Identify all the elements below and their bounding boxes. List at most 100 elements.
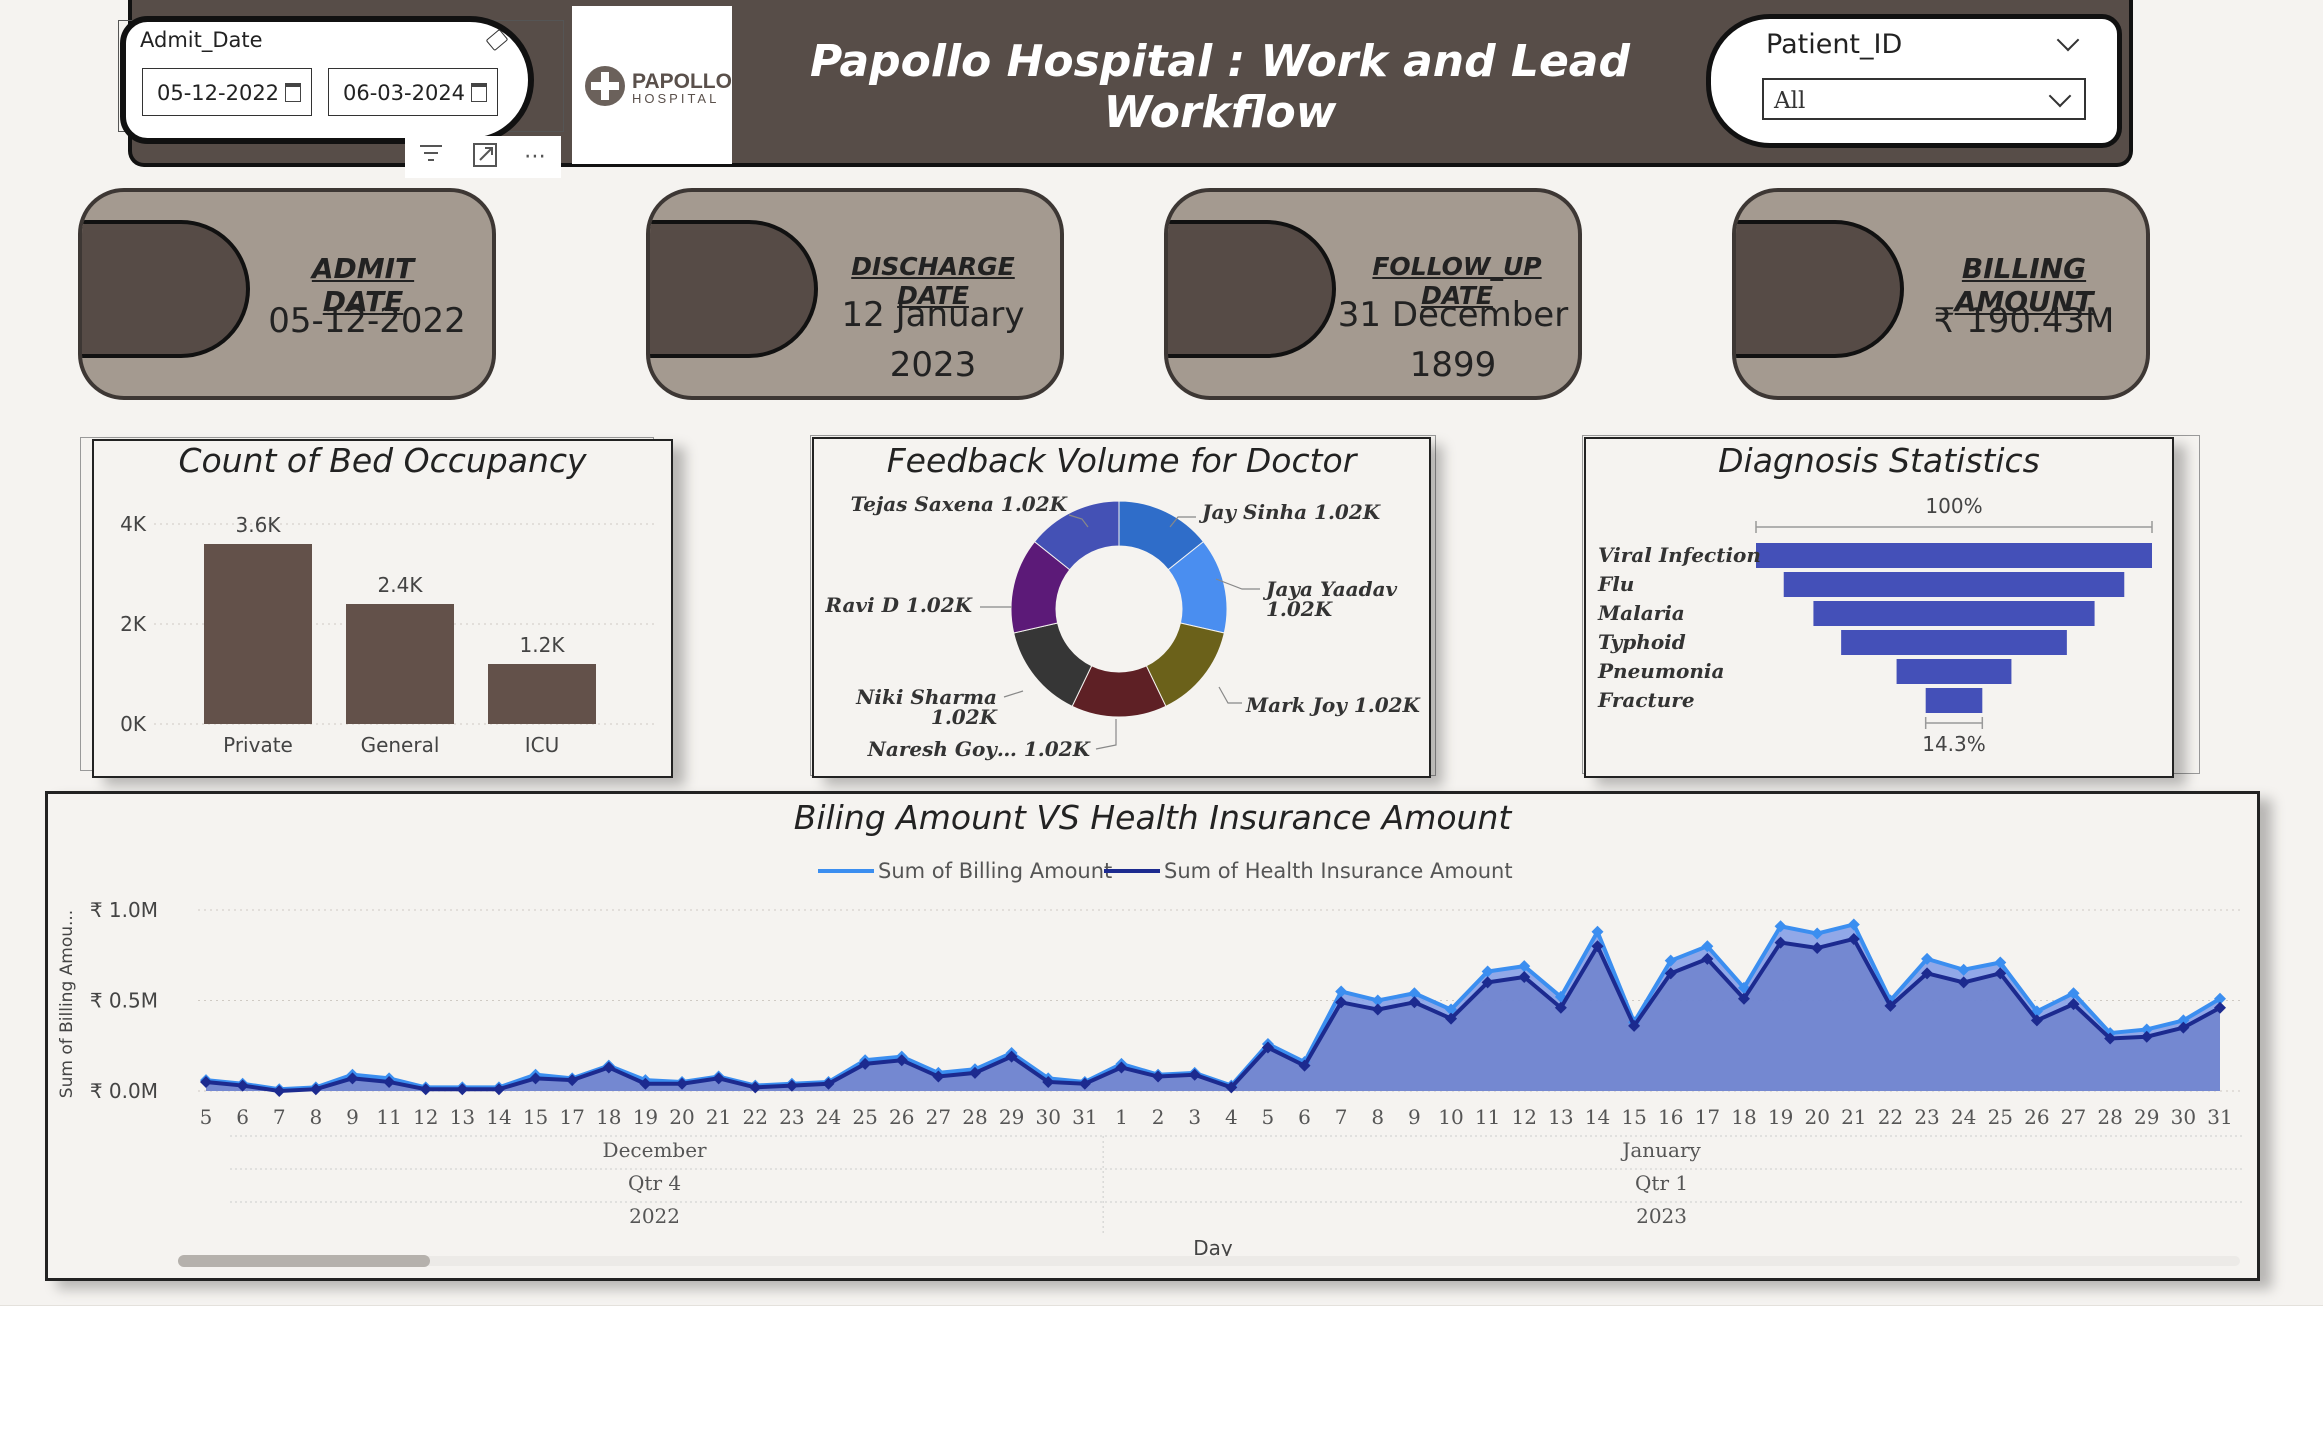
x-tick-label: 5 (1262, 1105, 1275, 1129)
x-tick-label: 27 (2061, 1105, 2086, 1129)
end-date-input[interactable]: 06-03-2024 (328, 68, 498, 116)
y-tick-label: ₹ 0.0M (90, 1079, 158, 1103)
leader-line (1218, 686, 1242, 704)
x-tick-label: 13 (450, 1105, 475, 1129)
x-tick-label: 2 (1152, 1105, 1165, 1129)
bed-occupancy-card[interactable]: Count of Bed Occupancy 0K 2K 4K 3.6K Private… (92, 439, 673, 778)
visual-toolbar: ⋯ (405, 136, 561, 178)
slice-label: Tejas Saxena 1.02K (851, 492, 1069, 516)
leader-line (1095, 719, 1117, 750)
start-date-value: 05-12-2022 (157, 81, 280, 105)
x-tick-label: 15 (1621, 1105, 1646, 1129)
feedback-card[interactable]: Feedback Volume for Doctor Jay Sinha 1.0… (812, 437, 1431, 778)
x-tick-label: 24 (816, 1105, 841, 1129)
x-tick-label: 20 (1804, 1105, 1829, 1129)
patient-id-dropdown[interactable]: All (1762, 78, 2086, 120)
x-tick-label: General (361, 733, 440, 757)
quarter-label: Qtr 1 (1635, 1171, 1688, 1195)
y-axis-title: Sum of Billing Amou... (57, 910, 77, 1098)
bed-occupancy-chart: 0K 2K 4K 3.6K Private 2.4K General 1.2K ICU (120, 512, 654, 757)
legend-label: Sum of Health Insurance Amount (1164, 859, 1513, 883)
category-label: Typhoid (1598, 630, 1686, 654)
x-tick-label: 22 (1878, 1105, 1903, 1129)
funnel-bar (1783, 572, 2125, 597)
x-tick-label: 19 (1768, 1105, 1793, 1129)
x-tick-label: 6 (236, 1105, 249, 1129)
x-tick-label: 19 (633, 1105, 658, 1129)
y-tick-label: 2K (120, 612, 147, 636)
x-tick-label: 31 (2207, 1105, 2232, 1129)
kpi-follow-up-date: FOLLOW_UP DATE 31 December 1899 (1164, 188, 1582, 400)
x-tick-label: 17 (1695, 1105, 1720, 1129)
month-label: January (1620, 1138, 1701, 1162)
x-tick-label: 7 (1335, 1105, 1348, 1129)
category-label: Fracture (1597, 688, 1695, 712)
x-tick-label: 27 (926, 1105, 951, 1129)
x-tick-label: 26 (889, 1105, 914, 1129)
kpi-decoration (1736, 220, 1904, 358)
x-tick-label: 22 (743, 1105, 768, 1129)
x-tick-label: 4 (1225, 1105, 1238, 1129)
y-tick-label: ₹ 1.0M (90, 898, 158, 922)
kpi-value: ₹ 190.43M (1933, 301, 2115, 341)
x-tick-label: 14 (1585, 1105, 1610, 1129)
x-tick-label: 6 (1298, 1105, 1311, 1129)
x-tick-label: Private (223, 733, 293, 757)
category-label: Viral Infection (1598, 543, 1761, 567)
x-tick-label: 21 (706, 1105, 731, 1129)
patient-id-label: Patient_ID (1766, 29, 1903, 60)
x-tick-label: 14 (486, 1105, 511, 1129)
kpi-value: 12 January (841, 295, 1025, 335)
x-tick-label: 21 (1841, 1105, 1866, 1129)
year-label: 2023 (1636, 1204, 1687, 1228)
filter-icon[interactable] (411, 142, 451, 172)
x-tick-label: 10 (1438, 1105, 1463, 1129)
funnel-bar (1841, 630, 2067, 655)
funnel-bar (1896, 659, 2012, 684)
end-date-value: 06-03-2024 (343, 81, 466, 105)
x-tick-label: 8 (1371, 1105, 1384, 1129)
scrollbar-thumb[interactable] (178, 1255, 430, 1267)
slice-label: 1.02K (1266, 597, 1334, 621)
x-tick-label: 12 (413, 1105, 438, 1129)
quarter-label: Qtr 4 (628, 1171, 681, 1195)
kpi-decoration (650, 220, 818, 358)
month-label: December (603, 1138, 708, 1162)
billing-vs-insurance-card[interactable]: Biling Amount VS Health Insurance Amount… (45, 791, 2260, 1281)
x-tick-label: 9 (1408, 1105, 1421, 1129)
x-tick-label: ICU (525, 733, 560, 757)
x-tick-label: 23 (779, 1105, 804, 1129)
x-tick-label: 30 (1035, 1105, 1060, 1129)
data-label: 2.4K (378, 573, 424, 597)
data-label: 14.3% (1922, 732, 1986, 756)
kpi-value: 31 December (1337, 295, 1569, 335)
x-tick-label: 12 (1512, 1105, 1537, 1129)
calendar-icon[interactable] (285, 83, 301, 102)
funnel-bar (1813, 601, 2095, 626)
x-tick-label: 3 (1188, 1105, 1201, 1129)
x-tick-label: 9 (346, 1105, 359, 1129)
x-tick-label: 13 (1548, 1105, 1573, 1129)
kpi-discharge-date: DISCHARGE DATE 12 January 2023 (646, 188, 1064, 400)
kpi-decoration (1168, 220, 1336, 358)
focus-mode-icon[interactable] (465, 142, 505, 172)
x-tick-label: 15 (523, 1105, 548, 1129)
kpi-billing-amount: BILLING AMOUNT ₹ 190.43M (1732, 188, 2150, 400)
x-tick-label: 31 (1072, 1105, 1097, 1129)
calendar-icon[interactable] (471, 83, 487, 102)
diagnosis-card[interactable]: Diagnosis Statistics 100% Viral Infection… (1584, 437, 2174, 778)
x-tick-label: 23 (1914, 1105, 1939, 1129)
x-tick-label: 1 (1115, 1105, 1128, 1129)
slice-label: Jay Sinha 1.02K (1198, 500, 1382, 524)
year-label: 2022 (629, 1204, 680, 1228)
x-tick-label: 28 (2097, 1105, 2122, 1129)
slice-label: 1.02K (931, 705, 999, 729)
x-tick-label: 28 (962, 1105, 987, 1129)
kpi-value: 1899 (1409, 345, 1497, 385)
slice-label: Mark Joy 1.02K (1245, 693, 1422, 717)
feedback-donut-chart: Jay Sinha 1.02KJaya Yaadav1.02KMark Joy … (824, 492, 1422, 761)
data-label: 100% (1925, 494, 1982, 518)
hospital-logo: PAPOLLO HOSPITAL (572, 6, 732, 164)
start-date-input[interactable]: 05-12-2022 (142, 68, 312, 116)
more-options-icon[interactable]: ⋯ (515, 142, 555, 172)
